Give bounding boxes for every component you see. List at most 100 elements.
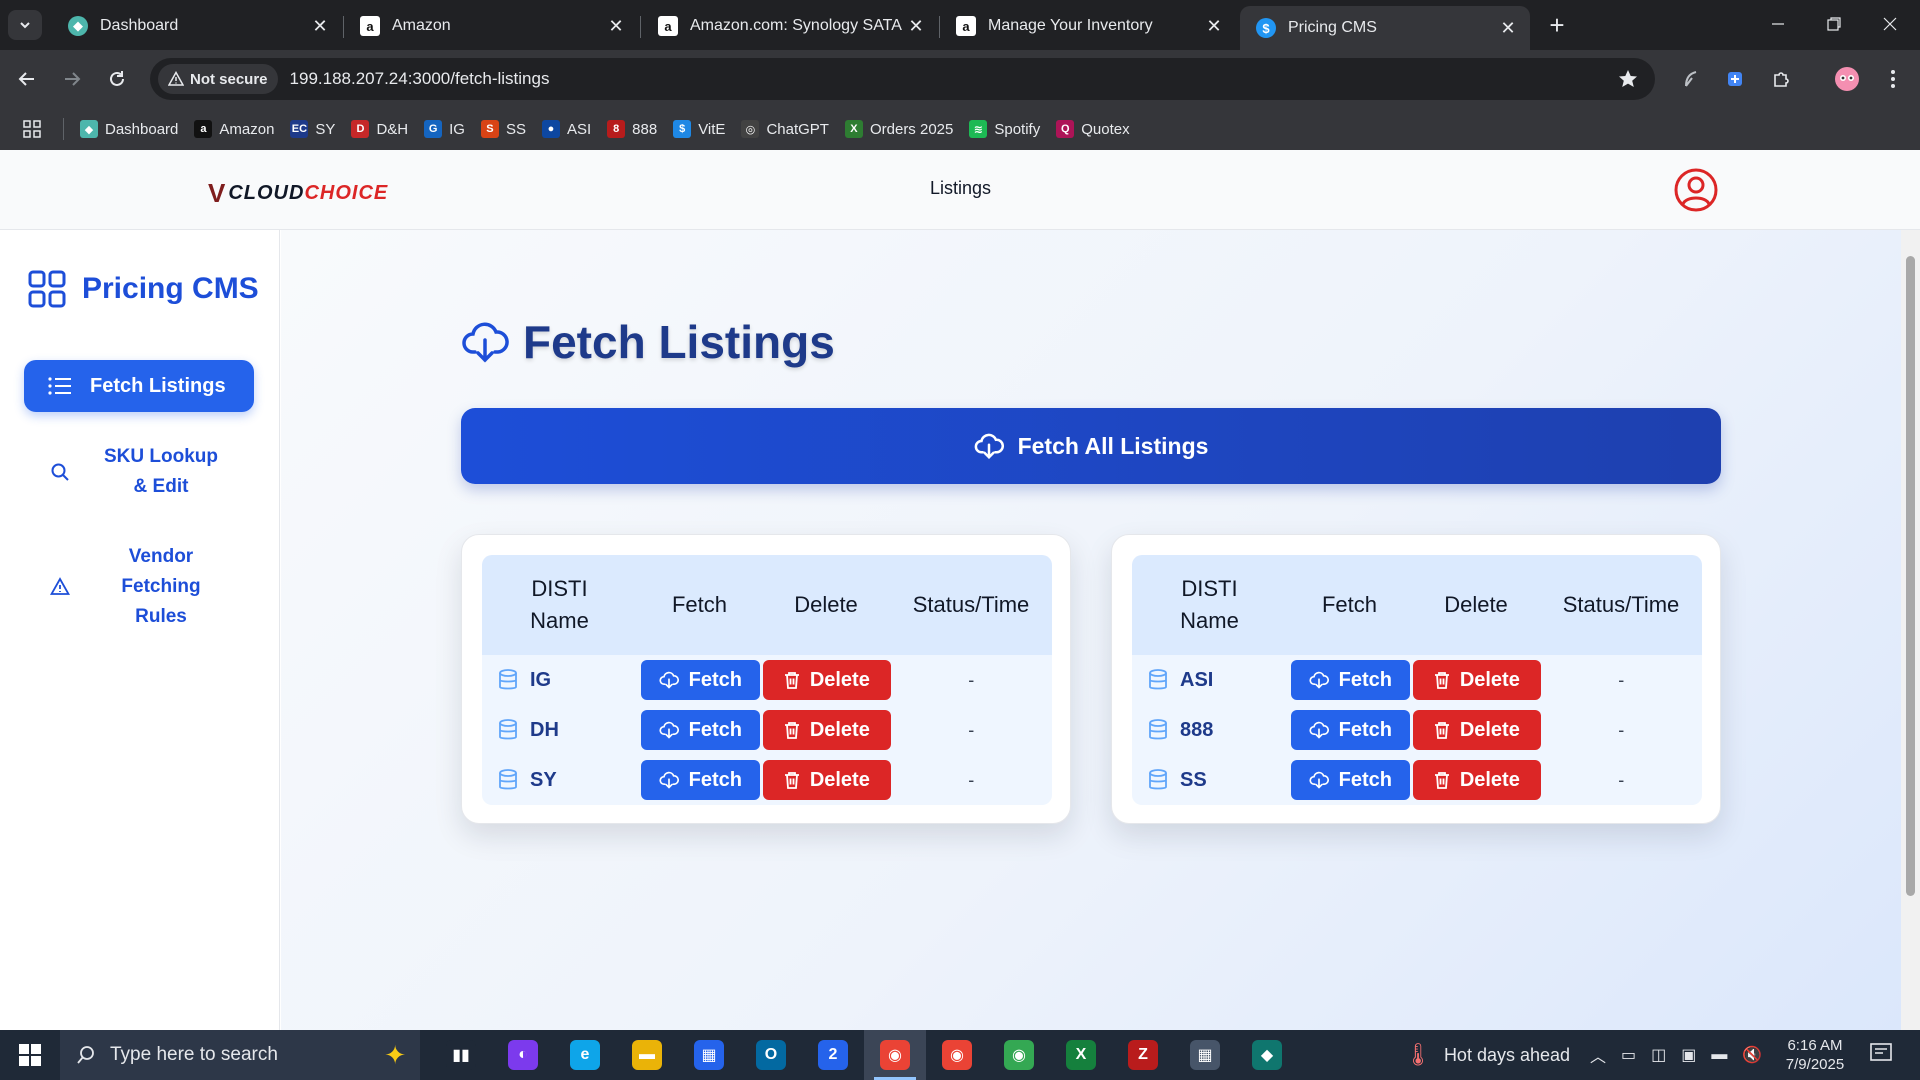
sidebar-item-vendor-rules[interactable]: Vendor Fetching Rules (24, 542, 254, 632)
taskbar-app-task-view[interactable]: ▮▮ (430, 1030, 492, 1080)
close-icon[interactable]: ✕ (1204, 16, 1224, 36)
user-profile-button[interactable] (1674, 168, 1718, 212)
bookmark-888[interactable]: 8 888 (607, 120, 657, 138)
taskbar-app-app-diamond[interactable]: ◆ (1236, 1030, 1298, 1080)
apps-button[interactable] (0, 118, 64, 140)
taskbar-app-chrome-2[interactable]: ◉ (926, 1030, 988, 1080)
battery-icon[interactable]: ▬ (1711, 1046, 1727, 1064)
profile-button[interactable] (1830, 62, 1864, 96)
bookmark-ig[interactable]: G IG (424, 120, 465, 138)
disti-name-cell: ASI (1132, 669, 1287, 692)
delete-button[interactable]: Delete (763, 660, 891, 700)
table-row: SS Fetch Delete - (1132, 755, 1702, 805)
status-time: - (968, 769, 975, 790)
delete-button[interactable]: Delete (1413, 760, 1541, 800)
url-text[interactable]: 199.188.207.24:3000/fetch-listings (290, 69, 550, 89)
close-icon[interactable]: ✕ (606, 16, 626, 36)
taskbar-clock[interactable]: 6:16 AM 7/9/2025 (1770, 1036, 1860, 1074)
header-status-time: Status/Time (1562, 592, 1680, 617)
bookmark-icon: ◆ (80, 120, 98, 138)
fetch-all-listings-button[interactable]: Fetch All Listings (461, 408, 1721, 484)
fetch-button[interactable]: Fetch (640, 760, 761, 800)
bookmark-spotify[interactable]: ≋ Spotify (969, 120, 1040, 138)
weather-widget[interactable]: 🌡 Hot days ahead (1404, 1030, 1570, 1080)
scrollbar-thumb[interactable] (1906, 256, 1915, 896)
tab-search-button[interactable] (8, 10, 42, 40)
minimize-button[interactable] (1750, 0, 1806, 48)
page-scrollbar[interactable] (1901, 230, 1920, 1030)
delete-button[interactable]: Delete (763, 760, 891, 800)
chrome-menu-button[interactable] (1876, 62, 1910, 96)
tab-dashboard[interactable]: ◆ Dashboard ✕ (52, 6, 342, 46)
speaker-muted-icon[interactable]: 🔇 (1742, 1045, 1762, 1065)
bookmark-d-h[interactable]: D D&H (351, 120, 408, 138)
chevron-up-icon[interactable]: ︿ (1590, 1043, 1606, 1067)
taskbar-app-calculator[interactable]: ▦ (1174, 1030, 1236, 1080)
taskbar-app-edge[interactable]: e (554, 1030, 616, 1080)
delete-button[interactable]: Delete (763, 710, 891, 750)
close-window-button[interactable] (1862, 0, 1918, 48)
not-secure-chip[interactable]: Not secure (158, 64, 278, 94)
cloudchoice-logo[interactable]: V CLOUD CHOICE (208, 178, 388, 209)
bookmark-orders-2025[interactable]: X Orders 2025 (844, 120, 953, 138)
monitor-icon[interactable]: ▭ (1621, 1045, 1636, 1065)
taskbar-app-file-explorer[interactable]: ▬ (616, 1030, 678, 1080)
bookmark-sy[interactable]: EC SY (290, 120, 335, 138)
taskbar-app-chrome-3[interactable]: ◉ (988, 1030, 1050, 1080)
delete-button[interactable]: Delete (1413, 660, 1541, 700)
notification-center-button[interactable] (1868, 1040, 1898, 1070)
bookmark-asi[interactable]: ● ASI (541, 120, 591, 138)
taskbar-app-store[interactable]: ▦ (678, 1030, 740, 1080)
close-icon[interactable]: ✕ (310, 16, 330, 36)
amazon-icon: a (360, 16, 380, 36)
taskbar-search-box[interactable]: Type here to search ✦ (60, 1030, 420, 1080)
taskbar-app-copilot[interactable]: ◐ (492, 1030, 554, 1080)
taskbar-app-excel[interactable]: X (1050, 1030, 1112, 1080)
taskbar-app-outlook[interactable]: O (740, 1030, 802, 1080)
extension-feather[interactable] (1674, 62, 1708, 96)
bookmark-ss[interactable]: S SS (480, 120, 526, 138)
fetch-button[interactable]: Fetch (1290, 710, 1411, 750)
close-icon[interactable]: ✕ (1498, 18, 1518, 38)
tab-amazon-synology[interactable]: a Amazon.com: Synology SATA SS ✕ (642, 6, 938, 46)
fetch-button[interactable]: Fetch (1290, 760, 1411, 800)
start-button[interactable] (0, 1030, 60, 1080)
camera-icon[interactable]: ▣ (1681, 1045, 1696, 1065)
nav-link-listings[interactable]: Listings (930, 178, 991, 199)
bookmark-icon: 8 (607, 120, 626, 138)
reload-button[interactable] (100, 62, 134, 96)
disti-name: SY (530, 768, 557, 791)
disti-name-cell: SS (1132, 769, 1287, 792)
bookmark-star-button[interactable] (1617, 68, 1639, 90)
bookmark-quotex[interactable]: Q Quotex (1056, 120, 1130, 138)
taskbar-app-calendar[interactable]: 2 (802, 1030, 864, 1080)
extensions-button[interactable] (1764, 62, 1798, 96)
tab-amazon[interactable]: a Amazon ✕ (344, 6, 638, 46)
taskbar-app-filezilla[interactable]: Z (1112, 1030, 1174, 1080)
bookmark-label: Quotex (1081, 120, 1130, 138)
sidebar-item-sku-lookup[interactable]: SKU Lookup & Edit (24, 442, 254, 502)
fetch-button[interactable]: Fetch (640, 710, 761, 750)
extension-puzzle-blue[interactable] (1718, 62, 1752, 96)
close-icon[interactable]: ✕ (906, 16, 926, 36)
sidebar-item-fetch-listings[interactable]: Fetch Listings (24, 360, 254, 412)
bookmark-chatgpt[interactable]: ◎ ChatGPT (741, 120, 829, 138)
logo-v: V (208, 178, 227, 208)
tab-pricing-cms[interactable]: $ Pricing CMS ✕ (1240, 6, 1530, 50)
meet-icon[interactable]: ◫ (1651, 1045, 1666, 1065)
tab-manage-inventory[interactable]: a Manage Your Inventory ✕ (940, 6, 1236, 46)
address-bar[interactable]: Not secure 199.188.207.24:3000/fetch-lis… (150, 58, 1655, 100)
back-button[interactable] (10, 62, 44, 96)
fetch-button[interactable]: Fetch (640, 660, 761, 700)
restore-button[interactable] (1806, 0, 1862, 48)
delete-button[interactable]: Delete (1413, 710, 1541, 750)
file-explorer-icon: ▬ (632, 1040, 662, 1070)
fetch-button[interactable]: Fetch (1290, 660, 1411, 700)
dashboard-grid-icon (28, 270, 66, 308)
bookmark-vite[interactable]: $ VitE (673, 120, 725, 138)
bookmark-dashboard[interactable]: ◆ Dashboard (80, 120, 178, 138)
forward-button[interactable] (55, 62, 89, 96)
bookmark-amazon[interactable]: a Amazon (194, 120, 274, 138)
taskbar-app-chrome[interactable]: ◉ (864, 1030, 926, 1080)
new-tab-button[interactable]: + (1540, 10, 1574, 40)
